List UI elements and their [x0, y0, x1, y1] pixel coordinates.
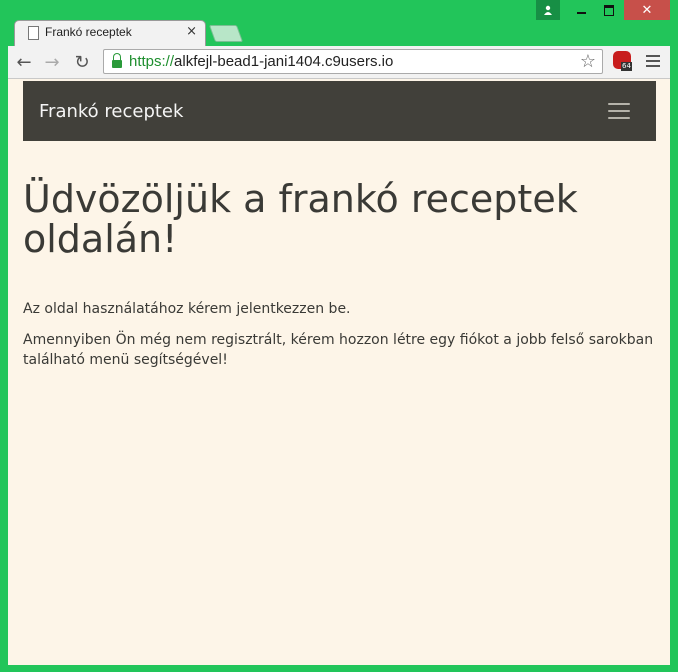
page-content: Frankó receptek Üdvözöljük a frankó rece… [8, 79, 670, 665]
browser-tab[interactable]: Frankó receptek × [14, 20, 206, 46]
navbar-toggle-icon[interactable] [608, 103, 630, 124]
close-icon: ✕ [641, 2, 653, 18]
user-icon [544, 5, 552, 15]
url-text: https://alkfejl-bead1-jani1404.c9users.i… [129, 53, 393, 70]
forward-arrow-icon: → [44, 51, 60, 73]
registration-instruction-text: Amennyiben Ön még nem regisztrált, kérem… [23, 332, 654, 368]
window-close-button[interactable]: ✕ [624, 0, 670, 20]
minimize-icon [576, 12, 586, 14]
browser-toolbar: ← → ↻ https://alkfejl-bead1-jani1404.c9u… [8, 46, 670, 79]
maximize-button[interactable] [594, 0, 624, 20]
minimize-button[interactable] [568, 0, 594, 20]
tab-close-icon[interactable]: × [186, 24, 197, 39]
back-arrow-icon: ← [16, 51, 32, 73]
url-scheme: https:// [129, 53, 175, 70]
page-icon [28, 26, 39, 40]
page-title: Üdvözöljük a frankó receptek oldalán! [23, 177, 578, 261]
lock-icon [112, 53, 122, 68]
browser-window: ✕ Frankó receptek × ← → ↻ https://alkfej… [0, 0, 678, 672]
navbar-brand[interactable]: Frankó receptek [39, 101, 183, 122]
url-host: alkfejl-bead1-jani1404.c9users.io [174, 53, 394, 70]
site-navbar: Frankó receptek [23, 81, 656, 141]
browser-menu-icon[interactable] [646, 55, 660, 70]
bookmark-star-icon[interactable]: ☆ [580, 51, 596, 72]
login-instruction-text: Az oldal használatához kérem jelentkezze… [23, 301, 351, 317]
user-profile-icon[interactable] [536, 0, 560, 20]
reload-icon: ↻ [74, 51, 90, 73]
new-tab-button[interactable] [208, 25, 244, 42]
tab-title: Frankó receptek [45, 25, 132, 39]
back-button[interactable]: ← [12, 50, 36, 74]
maximize-icon [604, 4, 614, 16]
reload-button[interactable]: ↻ [70, 50, 94, 74]
address-bar[interactable]: https://alkfejl-bead1-jani1404.c9users.i… [103, 49, 603, 74]
extension-button[interactable]: 64 [613, 51, 633, 71]
extension-badge: 64 [621, 62, 632, 71]
forward-button[interactable]: → [40, 50, 64, 74]
window-controls: ✕ [536, 0, 670, 20]
